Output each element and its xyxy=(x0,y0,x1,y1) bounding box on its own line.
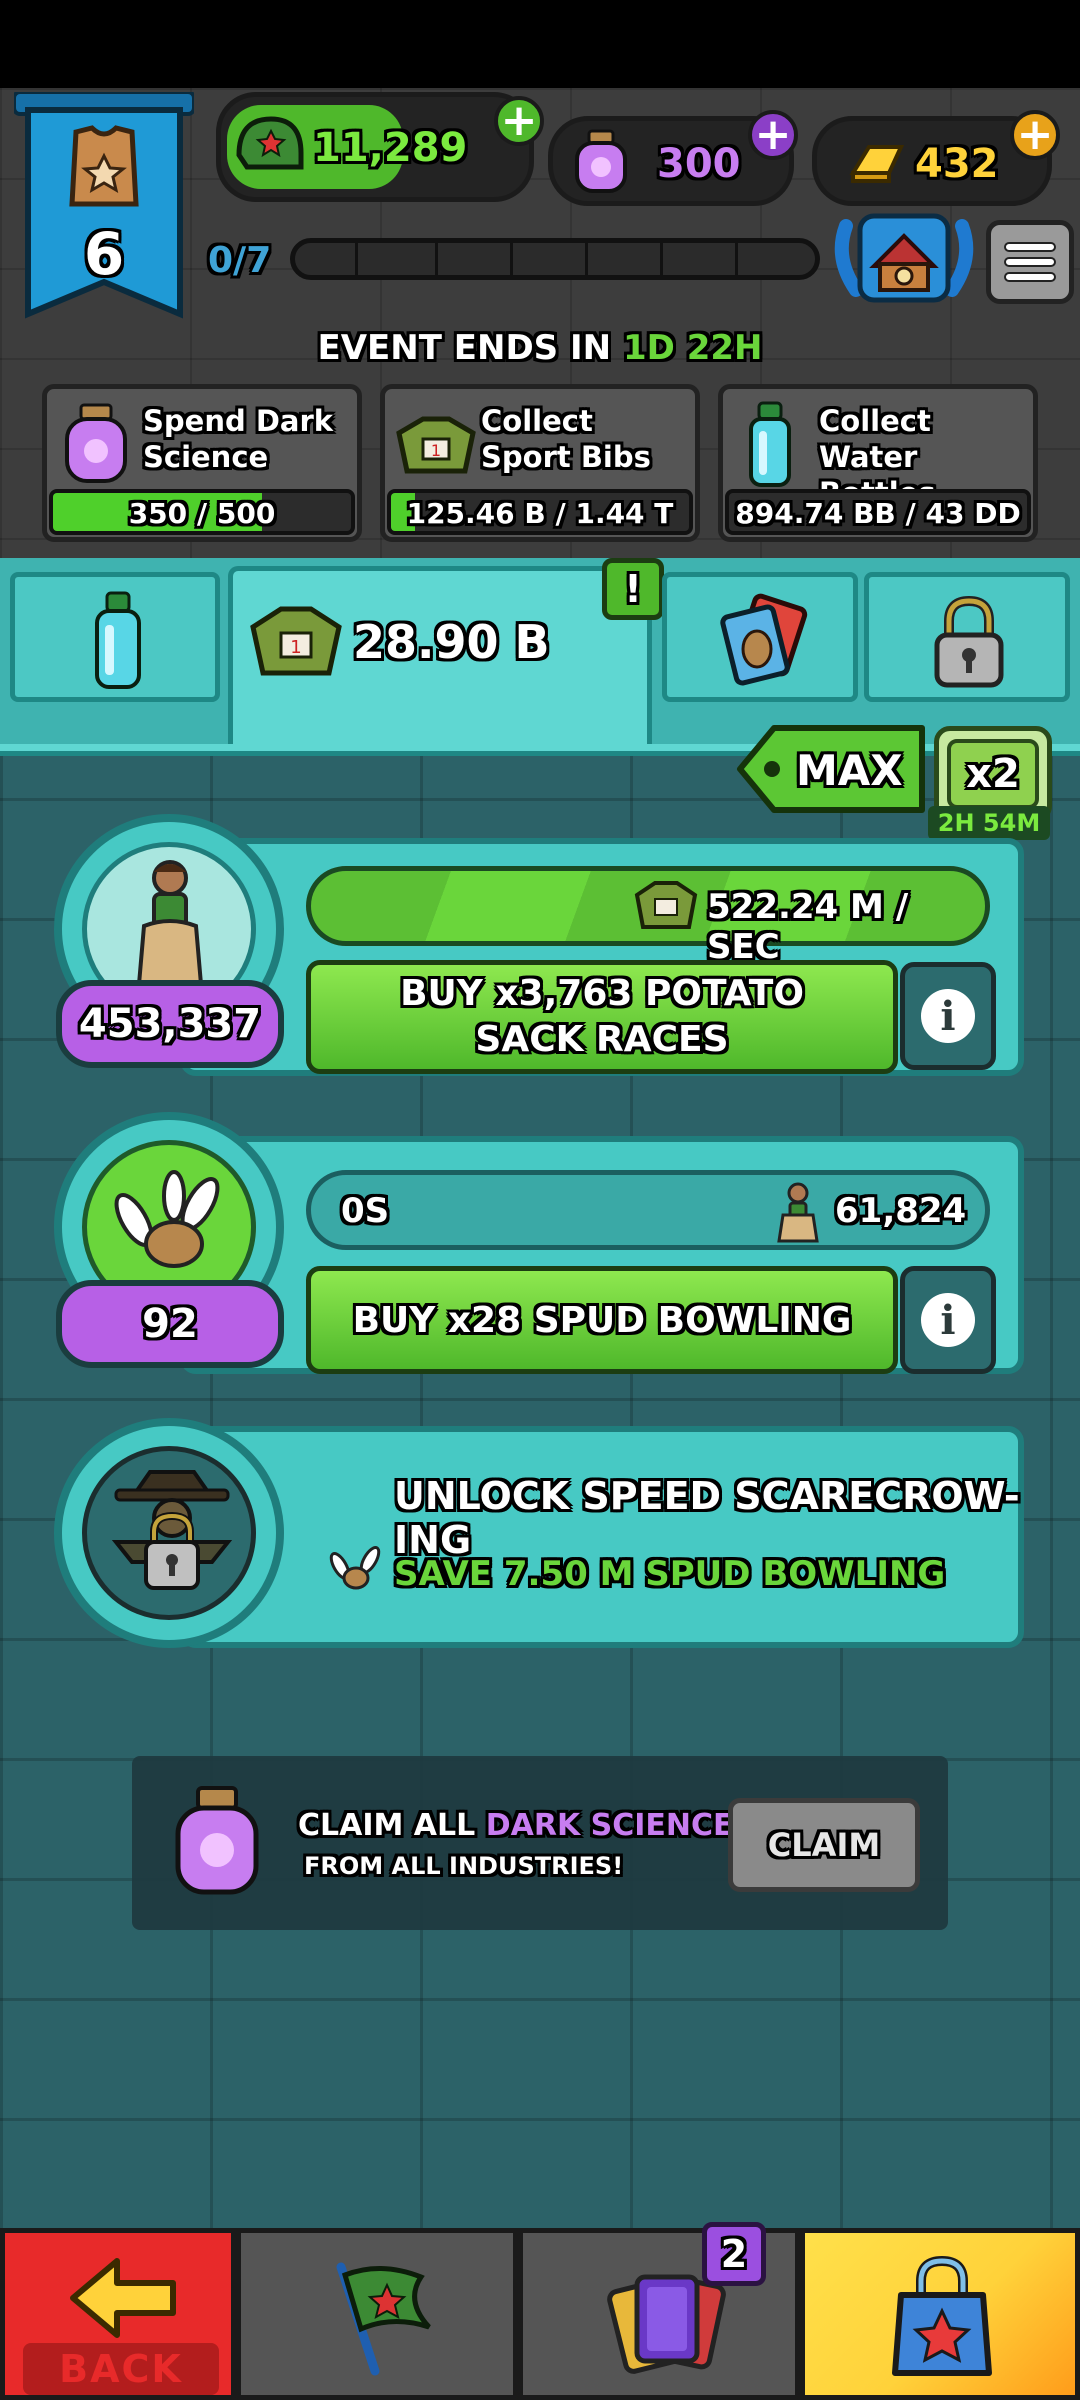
nav-shop-button[interactable] xyxy=(800,2228,1080,2400)
svg-text:1: 1 xyxy=(290,637,301,658)
alert-icon: ! xyxy=(624,567,642,611)
mission-progress-bar: 125.46 B / 1.44 T xyxy=(387,489,693,535)
sport-bibs-icon: 1 xyxy=(396,416,476,474)
industry-count: 453,337 xyxy=(78,1001,262,1047)
buy-mode-label: MAX xyxy=(796,746,903,795)
level-number: 6 xyxy=(83,220,125,288)
mission-label: Spend Dark Science xyxy=(143,404,334,474)
back-label-plate: BACK xyxy=(23,2343,219,2395)
laurel-stadium-icon xyxy=(834,213,974,303)
science-jar-icon xyxy=(175,1786,259,1895)
tab-locked[interactable] xyxy=(864,572,1070,702)
flag-icon xyxy=(336,2262,431,2376)
level-banner[interactable]: 6 xyxy=(12,90,196,322)
mission-card-water-bottles[interactable]: Collect Water Bottles 894.74 BB / 43 DD xyxy=(718,384,1038,542)
science-jar-icon xyxy=(575,129,627,193)
bibs-amount: 11,289 xyxy=(313,125,468,171)
event-timer: EVENT ENDS IN 1D 22H xyxy=(0,328,1080,368)
mission-card-dark-science[interactable]: Spend Dark Science 350 / 500 xyxy=(42,384,362,542)
event-hours: 22H xyxy=(686,328,763,368)
claim-all-text: CLAIM ALL DARK SCIENCE xyxy=(298,1808,734,1843)
venue-badge-button[interactable] xyxy=(826,206,982,310)
industry-count-badge: 453,337 xyxy=(56,980,284,1068)
buy-spud-bowling-button[interactable]: BUY x28 SPUD BOWLING xyxy=(306,1266,898,1374)
back-arrow-icon xyxy=(70,2258,176,2338)
menu-button[interactable] xyxy=(986,220,1074,304)
industry-timer-bar: 0S 61,824 xyxy=(306,1170,990,1250)
tab-alert-badge: ! xyxy=(602,558,664,620)
gold-bar-icon xyxy=(849,145,905,183)
water-bottle-icon xyxy=(95,591,141,689)
bowling-pins-icon xyxy=(114,1170,220,1268)
back-button[interactable]: BACK xyxy=(0,2228,236,2400)
claim-all-subtext: FROM ALL INDUSTRIES! xyxy=(304,1852,624,1880)
shopping-bag-icon xyxy=(892,2255,992,2376)
mission-card-sport-bibs[interactable]: 1 Collect Sport Bibs 125.46 B / 1.44 T xyxy=(380,384,700,542)
buy-max-button[interactable]: MAX xyxy=(736,722,928,816)
sport-bibs-icon xyxy=(634,881,698,929)
jersey-icon xyxy=(69,125,139,207)
locked-scarecrow-icon xyxy=(111,1470,233,1590)
sack-racer-icon xyxy=(777,1182,819,1243)
back-label: BACK xyxy=(59,2347,183,2391)
bibs-currency[interactable]: 11,289 xyxy=(216,92,534,202)
multiplier-screen: x2 xyxy=(947,739,1039,809)
science-jar-icon xyxy=(65,403,127,483)
mission-label: Collect Sport Bibs xyxy=(481,404,651,474)
helmet-icon xyxy=(236,116,304,170)
cards-badge-count: 2 xyxy=(720,2232,748,2276)
multiplier-timer: 2H 54M xyxy=(928,806,1050,840)
claim-button[interactable]: CLAIM xyxy=(728,1798,920,1892)
science-amount: 300 xyxy=(657,141,741,187)
mission-progress-text: 125.46 B / 1.44 T xyxy=(406,497,674,530)
event-label: EVENT ENDS IN xyxy=(317,328,612,368)
bowling-pins-icon xyxy=(329,1546,381,1590)
multiplier-value: x2 xyxy=(966,751,1020,797)
svg-text:1: 1 xyxy=(431,441,441,460)
locked-industry-avatar xyxy=(54,1418,284,1648)
tab-seed-packets[interactable] xyxy=(662,572,858,702)
multiplier-timer-text: 2H 54M xyxy=(937,809,1041,837)
info-button-potato-sack-races[interactable]: i xyxy=(900,962,996,1070)
add-gold-button[interactable]: + xyxy=(1010,110,1060,160)
claim-button-label: CLAIM xyxy=(767,1826,881,1864)
mission-progress-text: 894.74 BB / 43 DD xyxy=(735,497,1021,530)
industry-count-badge: 92 xyxy=(56,1280,284,1368)
info-icon: i xyxy=(921,989,975,1043)
info-icon: i xyxy=(921,1293,975,1347)
tab-water-bottles[interactable] xyxy=(10,572,220,702)
industry-rate-bar: 522.24 M / SEC xyxy=(306,866,990,967)
buy-button-label: BUY x28 SPUD BOWLING xyxy=(352,1299,852,1341)
industry-timer: 0S xyxy=(341,1191,390,1231)
buy-button-label: BUY x3,763 POTATO SACK RACES xyxy=(400,973,804,1060)
mission-progress-bar: 894.74 BB / 43 DD xyxy=(725,489,1031,535)
water-bottle-icon xyxy=(749,401,791,487)
active-tab-value: 28.90 B xyxy=(353,615,550,669)
hamburger-icon xyxy=(1004,242,1056,282)
add-science-button[interactable]: + xyxy=(748,110,798,160)
seed-packet-icon xyxy=(720,593,808,686)
mission-progress-bar: 350 / 500 xyxy=(49,489,355,535)
event-days: 1D xyxy=(622,328,675,368)
claim-text-prefix: CLAIM ALL xyxy=(298,1808,486,1843)
locked-industry-title: UNLOCK SPEED SCARECROW-ING xyxy=(394,1474,1020,1562)
level-progress-bar xyxy=(290,238,820,280)
industry-requirement: 61,824 xyxy=(835,1191,967,1231)
gold-amount: 432 xyxy=(915,141,999,187)
buy-potato-sack-races-button[interactable]: BUY x3,763 POTATO SACK RACES xyxy=(306,960,898,1074)
industry-rate: 522.24 M / SEC xyxy=(707,887,909,967)
level-progress-text: 0/7 xyxy=(208,240,272,281)
info-button-spud-bowling[interactable]: i xyxy=(900,1266,996,1374)
sport-bibs-icon: 1 xyxy=(250,606,342,676)
cards-badge: 2 xyxy=(702,2222,766,2286)
industry-count: 92 xyxy=(142,1301,198,1347)
tab-sport-bibs-active[interactable]: 1 28.90 B xyxy=(228,566,652,746)
claim-text-highlight: DARK SCIENCE xyxy=(485,1808,734,1843)
mission-progress-text: 350 / 500 xyxy=(128,497,276,530)
nav-flag-button[interactable] xyxy=(236,2228,518,2400)
padlock-icon xyxy=(934,595,1004,688)
add-bibs-button[interactable]: + xyxy=(494,96,544,146)
locked-industry-cost: SAVE 7.50 M SPUD BOWLING xyxy=(394,1554,946,1594)
status-bar xyxy=(0,0,1080,88)
